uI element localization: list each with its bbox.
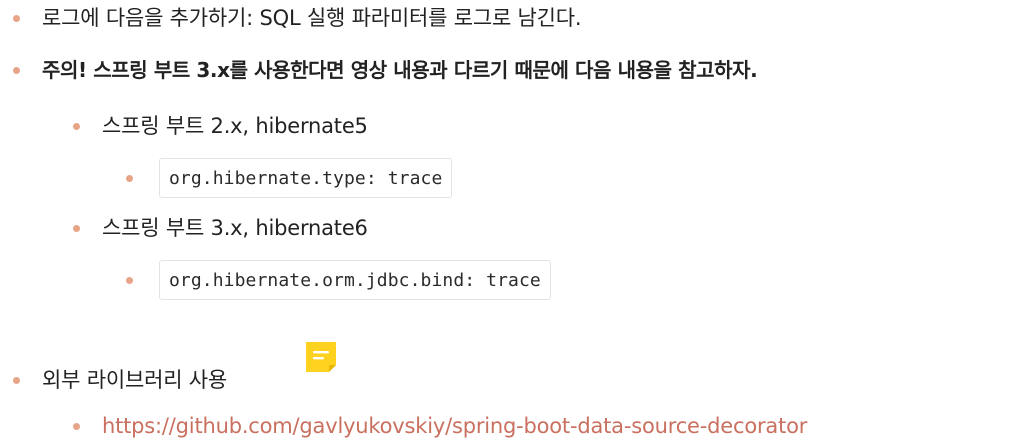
list-item-warning: 주의! 스프링 부트 3.x를 사용한다면 영상 내용과 다르기 때문에 다음 … — [0, 56, 758, 84]
boot2-config-code: org.hibernate.type: trace — [159, 158, 453, 198]
external-link[interactable]: https://github.com/gavlyukovskiy/spring-… — [102, 412, 807, 440]
boot3-config-code: org.hibernate.orm.jdbc.bind: trace — [159, 260, 551, 300]
bullet — [73, 224, 80, 232]
boot3-text: 스프링 부트 3.x, hibernate6 — [102, 216, 368, 240]
list-item-external-lib: 외부 라이브러리 사용 — [0, 366, 227, 394]
list-item-boot3-config: org.hibernate.orm.jdbc.bind: trace — [0, 260, 551, 300]
bullet — [73, 422, 80, 430]
bullet — [13, 66, 20, 74]
list-item-external-link: https://github.com/gavlyukovskiy/spring-… — [0, 412, 807, 440]
memo-icon — [306, 342, 336, 372]
list-item-boot3: 스프링 부트 3.x, hibernate6 — [0, 214, 368, 242]
bullet — [73, 122, 80, 130]
list-item-boot2: 스프링 부트 2.x, hibernate5 — [0, 112, 368, 140]
bullet — [126, 174, 133, 182]
boot2-text: 스프링 부트 2.x, hibernate5 — [102, 114, 368, 138]
bullet — [13, 14, 20, 22]
warning-text: 주의! 스프링 부트 3.x를 사용한다면 영상 내용과 다르기 때문에 다음 … — [42, 58, 758, 82]
list-item-log-params: 로그에 다음을 추가하기: SQL 실행 파라미터를 로그로 남긴다. — [0, 4, 582, 32]
external-lib-text: 외부 라이브러리 사용 — [42, 368, 228, 392]
list-item-boot2-config: org.hibernate.type: trace — [0, 158, 453, 198]
log-params-text: 로그에 다음을 추가하기: SQL 실행 파라미터를 로그로 남긴다. — [42, 6, 582, 30]
bullet — [13, 376, 20, 384]
bullet — [126, 276, 133, 284]
